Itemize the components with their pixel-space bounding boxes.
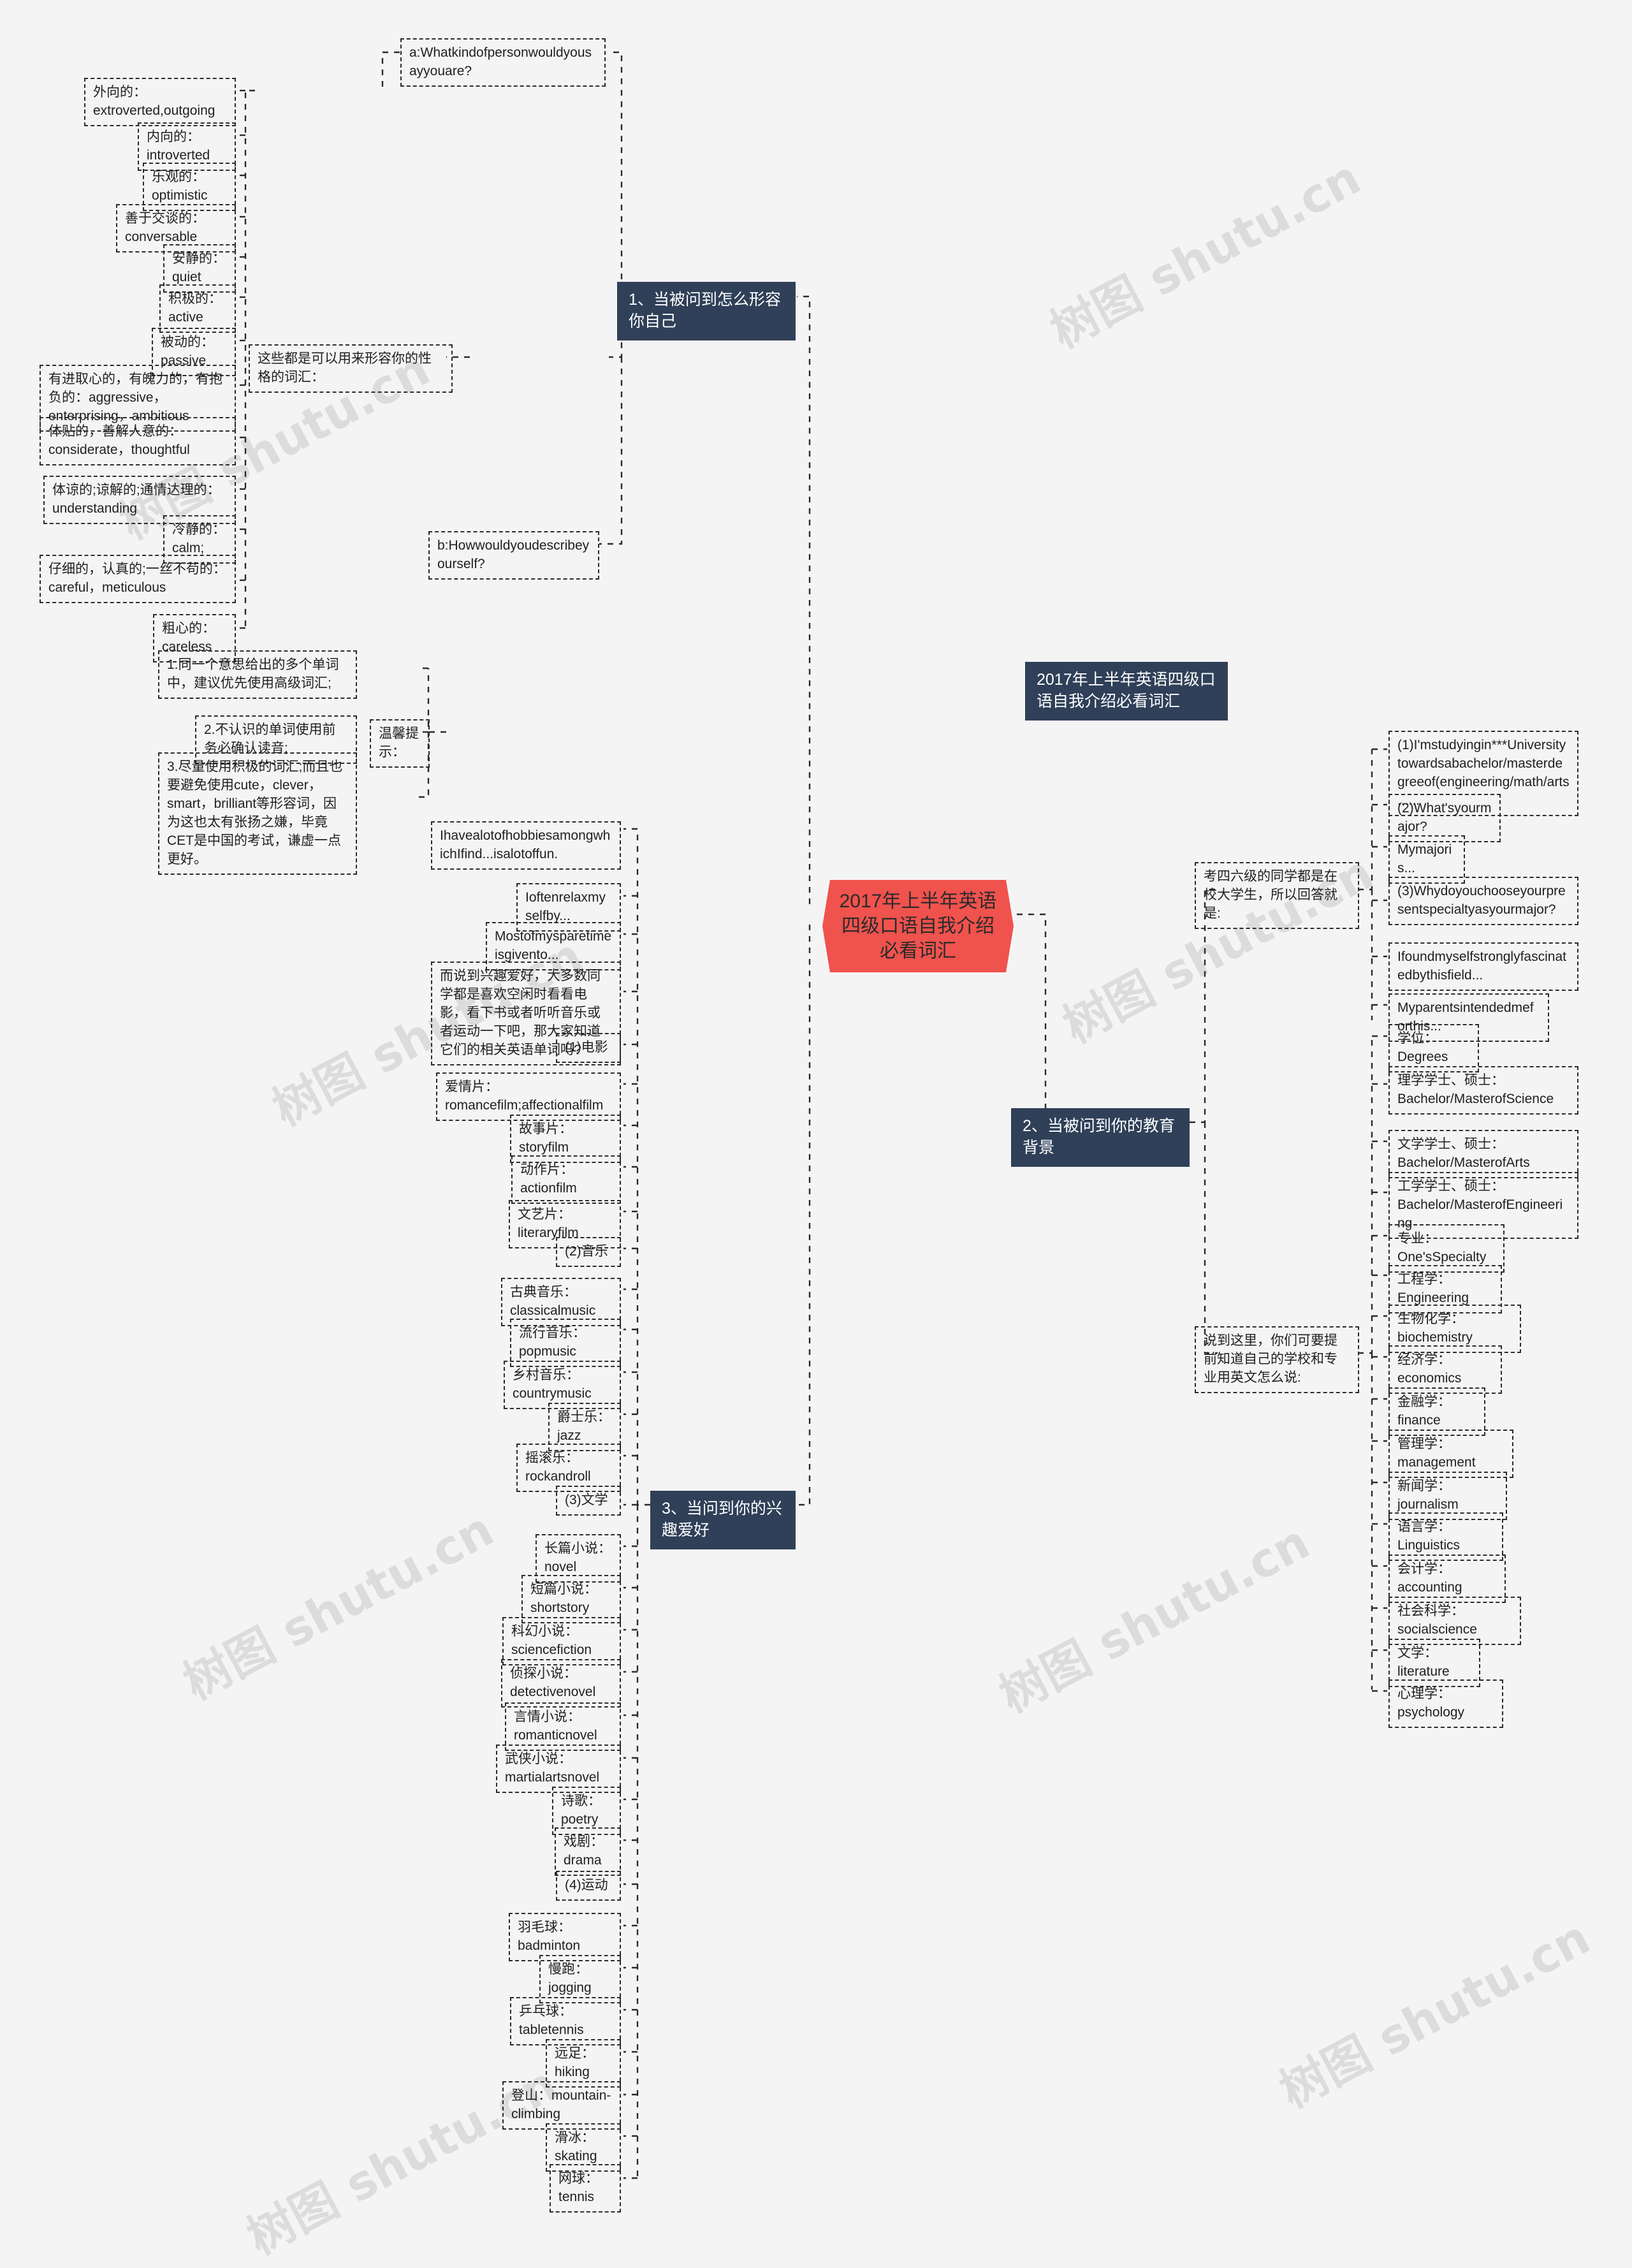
branch3-group-label[interactable]: (3)文学 — [556, 1486, 621, 1516]
branch3-group-item[interactable]: 动作片：actionfilm — [511, 1155, 621, 1204]
branch2-vocab-item[interactable]: 文学学士、硕士：Bachelor/MasterofArts — [1388, 1130, 1578, 1178]
question-a-node[interactable]: a:Whatkindofpersonwouldyousayyouare? — [400, 38, 606, 87]
branch3-group-item[interactable]: 网球：tennis — [550, 2164, 621, 2213]
branch-1-node[interactable]: 1、当被问到怎么形容你自己 — [617, 282, 796, 340]
branch2-vocab-item[interactable]: 学位：Degrees — [1388, 1024, 1479, 1072]
branch3-group-label[interactable]: (1)电影 — [556, 1033, 621, 1063]
branch3-group-item[interactable]: 摇滚乐：rockandroll — [516, 1444, 621, 1492]
branch1-intro-node[interactable]: 这些都是可以用来形容你的性格的词汇： — [249, 344, 453, 393]
branch-3-node[interactable]: 3、当问到你的兴趣爱好 — [650, 1491, 796, 1549]
watermark: 树图 shutu.cn — [175, 1502, 502, 1711]
adjective-item[interactable]: 体贴的，善解人意的：considerate，thoughtful — [40, 417, 236, 465]
branch2-vocab-item[interactable]: 社会科学：socialscience — [1388, 1597, 1521, 1645]
branch3-group-item[interactable]: 言情小说：romanticnovel — [505, 1702, 621, 1751]
branch3-group-label[interactable]: (2)音乐 — [556, 1237, 621, 1267]
branch2-answer-item[interactable]: Ifoundmyselfstronglyfascinatedbythisfiel… — [1388, 942, 1578, 991]
branch3-group-item[interactable]: 武侠小说：martialartsnovel — [496, 1745, 621, 1793]
branch3-group-item[interactable]: 远足：hiking — [546, 2039, 621, 2088]
branch2-note-top[interactable]: 考四六级的同学都是在校大学生，所以回答就是: — [1195, 862, 1359, 929]
tip-item[interactable]: 3.尽量使用积极的词汇;而且也要避免使用cute，clever，smart，br… — [158, 752, 357, 875]
tips-label-node[interactable]: 温馨提示： — [370, 719, 430, 768]
branch3-group-item[interactable]: 登山：mountain-climbing — [502, 2081, 621, 2130]
branch3-group-item[interactable]: 乡村音乐：countrymusic — [504, 1361, 621, 1409]
branch3-group-item[interactable]: 乒乓球：tabletennis — [510, 1997, 621, 2045]
tip-item[interactable]: 1.同一个意思给出的多个单词中，建议优先使用高级词汇; — [158, 650, 357, 699]
connector-lines — [237, 51, 1387, 2181]
branch3-group-item[interactable]: 羽毛球：badminton — [509, 1913, 621, 1961]
branch2-vocab-item[interactable]: 心理学：psychology — [1388, 1679, 1503, 1728]
branch2-vocab-item[interactable]: 语言学：Linguistics — [1388, 1512, 1503, 1561]
watermark: 树图 shutu.cn — [238, 2056, 566, 2265]
branch3-group-item[interactable]: 戏剧：drama — [555, 1827, 621, 1876]
branch2-vocab-item[interactable]: 理学学士、硕士：Bachelor/MasterofScience — [1388, 1066, 1578, 1115]
question-b-node[interactable]: b:Howwouldyoudescribeyourself? — [428, 531, 599, 580]
branch3-group-item[interactable]: 侦探小说：detectivenovel — [501, 1659, 621, 1708]
watermark: 树图 shutu.cn — [1271, 1910, 1599, 2119]
branch3-opener-item[interactable]: IhavealotofhobbiesamongwhichIfind...isal… — [431, 821, 621, 870]
branch2-vocab-item[interactable]: 金融学：finance — [1388, 1387, 1485, 1436]
branch2-vocab-item[interactable]: 管理学：management — [1388, 1430, 1513, 1478]
branch2-note-bottom[interactable]: 说到这里，你们可要提前知道自己的学校和专业用英文怎么说: — [1195, 1326, 1359, 1393]
branch-2-node[interactable]: 2、当被问到你的教育背景 — [1011, 1108, 1190, 1167]
watermark: 树图 shutu.cn — [991, 1514, 1318, 1723]
center-node[interactable]: 2017年上半年英语四级口语自我介绍必看词汇 — [822, 880, 1014, 972]
adjective-item[interactable]: 积极的：active — [159, 284, 236, 333]
branch2-vocab-item[interactable]: 会计学：accounting — [1388, 1555, 1506, 1603]
watermark: 树图 shutu.cn — [1042, 150, 1369, 359]
adjective-item[interactable]: 外向的：extroverted,outgoing — [84, 78, 236, 126]
branch3-group-item[interactable]: 慢跑：jogging — [539, 1955, 621, 2003]
branch3-group-item[interactable]: 爱情片：romancefilm;affectionalfilm — [436, 1072, 621, 1121]
branch2-answer-item[interactable]: (3)Whydoyouchooseyourpresentspecialtyasy… — [1388, 877, 1578, 925]
branch3-group-item[interactable]: 短篇小说：shortstory — [521, 1575, 621, 1623]
branch3-group-item[interactable]: 流行音乐：popmusic — [510, 1319, 621, 1367]
branch2-vocab-item[interactable]: 经济学：economics — [1388, 1345, 1502, 1394]
branch3-group-item[interactable]: 科幻小说：sciencefiction — [502, 1617, 621, 1665]
adjective-item[interactable]: 仔细的，认真的;一丝不苟的：careful，meticulous — [40, 555, 236, 603]
map-title-node[interactable]: 2017年上半年英语四级口语自我介绍必看词汇 — [1025, 662, 1228, 721]
mindmap-canvas: 树图 shutu.cn 树图 shutu.cn 树图 shutu.cn 树图 s… — [0, 0, 1632, 2265]
branch3-group-label[interactable]: (4)运动 — [556, 1871, 621, 1901]
